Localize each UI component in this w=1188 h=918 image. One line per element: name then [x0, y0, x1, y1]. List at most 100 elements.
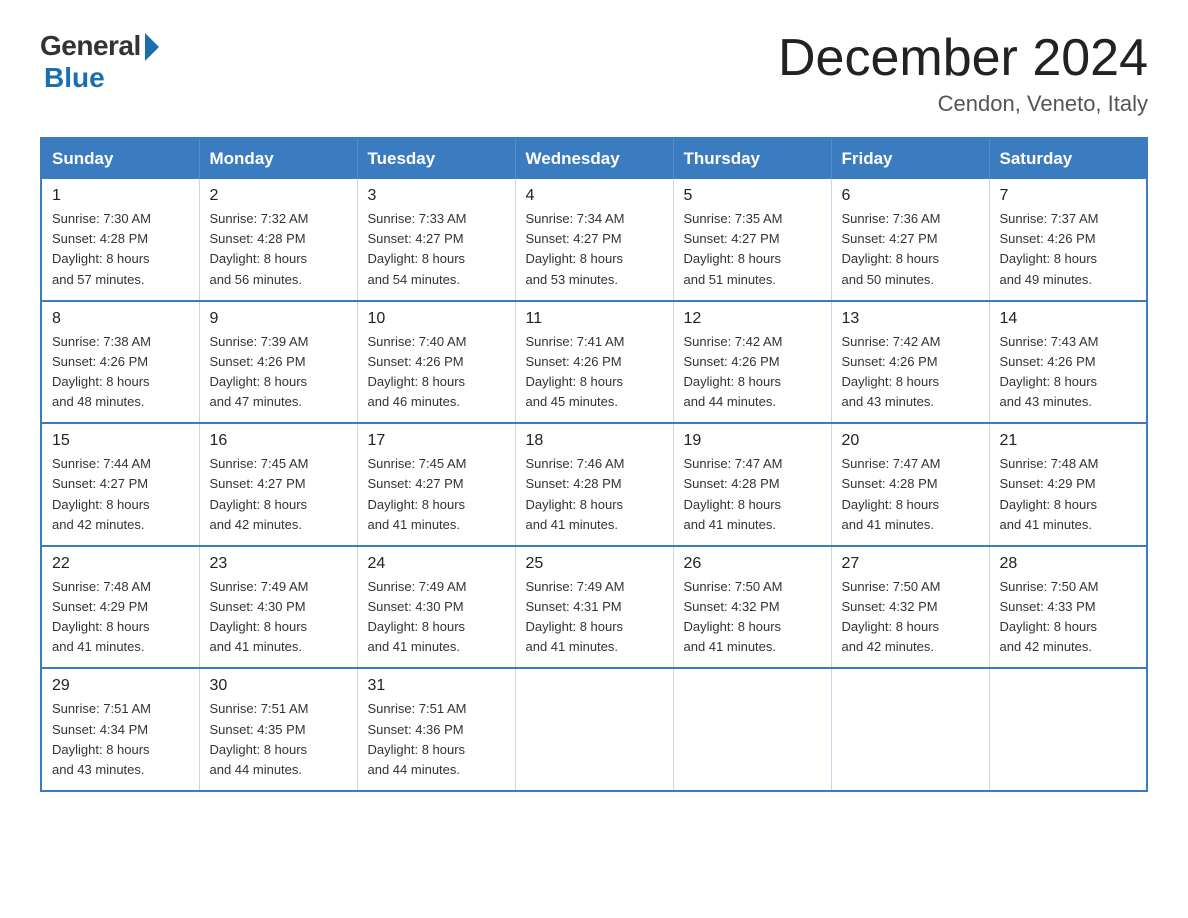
day-info: Sunrise: 7:34 AMSunset: 4:27 PMDaylight:… [526, 209, 663, 290]
day-number: 9 [210, 310, 347, 328]
day-number: 6 [842, 187, 979, 205]
day-number: 23 [210, 555, 347, 573]
calendar-table: SundayMondayTuesdayWednesdayThursdayFrid… [40, 137, 1148, 792]
day-number: 24 [368, 555, 505, 573]
day-number: 31 [368, 677, 505, 695]
day-info: Sunrise: 7:48 AMSunset: 4:29 PMDaylight:… [1000, 454, 1137, 535]
day-info: Sunrise: 7:47 AMSunset: 4:28 PMDaylight:… [842, 454, 979, 535]
header: General Blue December 2024 Cendon, Venet… [40, 30, 1148, 117]
day-info: Sunrise: 7:50 AMSunset: 4:33 PMDaylight:… [1000, 577, 1137, 658]
calendar-cell [515, 668, 673, 791]
calendar-cell: 30 Sunrise: 7:51 AMSunset: 4:35 PMDaylig… [199, 668, 357, 791]
day-info: Sunrise: 7:41 AMSunset: 4:26 PMDaylight:… [526, 332, 663, 413]
day-info: Sunrise: 7:37 AMSunset: 4:26 PMDaylight:… [1000, 209, 1137, 290]
calendar-cell: 2 Sunrise: 7:32 AMSunset: 4:28 PMDayligh… [199, 179, 357, 301]
calendar-cell [989, 668, 1147, 791]
day-info: Sunrise: 7:47 AMSunset: 4:28 PMDaylight:… [684, 454, 821, 535]
day-info: Sunrise: 7:30 AMSunset: 4:28 PMDaylight:… [52, 209, 189, 290]
day-number: 1 [52, 187, 189, 205]
day-number: 19 [684, 432, 821, 450]
day-number: 29 [52, 677, 189, 695]
calendar-cell: 19 Sunrise: 7:47 AMSunset: 4:28 PMDaylig… [673, 423, 831, 546]
calendar-header-row: SundayMondayTuesdayWednesdayThursdayFrid… [41, 138, 1147, 179]
day-number: 12 [684, 310, 821, 328]
day-info: Sunrise: 7:39 AMSunset: 4:26 PMDaylight:… [210, 332, 347, 413]
calendar-cell: 3 Sunrise: 7:33 AMSunset: 4:27 PMDayligh… [357, 179, 515, 301]
day-info: Sunrise: 7:49 AMSunset: 4:30 PMDaylight:… [368, 577, 505, 658]
day-number: 14 [1000, 310, 1137, 328]
header-wednesday: Wednesday [515, 138, 673, 179]
day-info: Sunrise: 7:51 AMSunset: 4:36 PMDaylight:… [368, 699, 505, 780]
header-sunday: Sunday [41, 138, 199, 179]
day-number: 8 [52, 310, 189, 328]
title-area: December 2024 Cendon, Veneto, Italy [778, 30, 1148, 117]
day-info: Sunrise: 7:38 AMSunset: 4:26 PMDaylight:… [52, 332, 189, 413]
logo: General Blue [40, 30, 159, 94]
day-info: Sunrise: 7:32 AMSunset: 4:28 PMDaylight:… [210, 209, 347, 290]
header-monday: Monday [199, 138, 357, 179]
day-number: 10 [368, 310, 505, 328]
page-subtitle: Cendon, Veneto, Italy [778, 91, 1148, 117]
day-number: 5 [684, 187, 821, 205]
day-info: Sunrise: 7:49 AMSunset: 4:31 PMDaylight:… [526, 577, 663, 658]
day-number: 13 [842, 310, 979, 328]
day-info: Sunrise: 7:49 AMSunset: 4:30 PMDaylight:… [210, 577, 347, 658]
calendar-cell: 24 Sunrise: 7:49 AMSunset: 4:30 PMDaylig… [357, 546, 515, 669]
calendar-cell: 1 Sunrise: 7:30 AMSunset: 4:28 PMDayligh… [41, 179, 199, 301]
day-number: 22 [52, 555, 189, 573]
day-number: 11 [526, 310, 663, 328]
day-number: 21 [1000, 432, 1137, 450]
calendar-cell: 22 Sunrise: 7:48 AMSunset: 4:29 PMDaylig… [41, 546, 199, 669]
day-number: 16 [210, 432, 347, 450]
day-info: Sunrise: 7:36 AMSunset: 4:27 PMDaylight:… [842, 209, 979, 290]
day-info: Sunrise: 7:33 AMSunset: 4:27 PMDaylight:… [368, 209, 505, 290]
calendar-cell: 25 Sunrise: 7:49 AMSunset: 4:31 PMDaylig… [515, 546, 673, 669]
calendar-cell: 17 Sunrise: 7:45 AMSunset: 4:27 PMDaylig… [357, 423, 515, 546]
calendar-cell: 18 Sunrise: 7:46 AMSunset: 4:28 PMDaylig… [515, 423, 673, 546]
day-info: Sunrise: 7:43 AMSunset: 4:26 PMDaylight:… [1000, 332, 1137, 413]
day-info: Sunrise: 7:46 AMSunset: 4:28 PMDaylight:… [526, 454, 663, 535]
calendar-cell: 15 Sunrise: 7:44 AMSunset: 4:27 PMDaylig… [41, 423, 199, 546]
header-friday: Friday [831, 138, 989, 179]
day-number: 4 [526, 187, 663, 205]
day-number: 28 [1000, 555, 1137, 573]
day-info: Sunrise: 7:50 AMSunset: 4:32 PMDaylight:… [684, 577, 821, 658]
day-number: 18 [526, 432, 663, 450]
day-number: 2 [210, 187, 347, 205]
calendar-cell: 5 Sunrise: 7:35 AMSunset: 4:27 PMDayligh… [673, 179, 831, 301]
calendar-cell: 8 Sunrise: 7:38 AMSunset: 4:26 PMDayligh… [41, 301, 199, 424]
calendar-week-row: 1 Sunrise: 7:30 AMSunset: 4:28 PMDayligh… [41, 179, 1147, 301]
calendar-cell: 11 Sunrise: 7:41 AMSunset: 4:26 PMDaylig… [515, 301, 673, 424]
calendar-week-row: 29 Sunrise: 7:51 AMSunset: 4:34 PMDaylig… [41, 668, 1147, 791]
day-info: Sunrise: 7:51 AMSunset: 4:34 PMDaylight:… [52, 699, 189, 780]
calendar-cell: 9 Sunrise: 7:39 AMSunset: 4:26 PMDayligh… [199, 301, 357, 424]
logo-blue-text: Blue [44, 62, 159, 94]
page-title: December 2024 [778, 30, 1148, 87]
calendar-cell: 20 Sunrise: 7:47 AMSunset: 4:28 PMDaylig… [831, 423, 989, 546]
day-info: Sunrise: 7:45 AMSunset: 4:27 PMDaylight:… [368, 454, 505, 535]
day-number: 15 [52, 432, 189, 450]
calendar-cell: 16 Sunrise: 7:45 AMSunset: 4:27 PMDaylig… [199, 423, 357, 546]
calendar-cell: 13 Sunrise: 7:42 AMSunset: 4:26 PMDaylig… [831, 301, 989, 424]
day-info: Sunrise: 7:51 AMSunset: 4:35 PMDaylight:… [210, 699, 347, 780]
calendar-cell: 29 Sunrise: 7:51 AMSunset: 4:34 PMDaylig… [41, 668, 199, 791]
calendar-week-row: 15 Sunrise: 7:44 AMSunset: 4:27 PMDaylig… [41, 423, 1147, 546]
calendar-cell: 26 Sunrise: 7:50 AMSunset: 4:32 PMDaylig… [673, 546, 831, 669]
day-info: Sunrise: 7:40 AMSunset: 4:26 PMDaylight:… [368, 332, 505, 413]
calendar-cell: 12 Sunrise: 7:42 AMSunset: 4:26 PMDaylig… [673, 301, 831, 424]
calendar-cell: 28 Sunrise: 7:50 AMSunset: 4:33 PMDaylig… [989, 546, 1147, 669]
day-info: Sunrise: 7:45 AMSunset: 4:27 PMDaylight:… [210, 454, 347, 535]
calendar-cell [673, 668, 831, 791]
day-info: Sunrise: 7:35 AMSunset: 4:27 PMDaylight:… [684, 209, 821, 290]
day-info: Sunrise: 7:42 AMSunset: 4:26 PMDaylight:… [842, 332, 979, 413]
calendar-cell: 4 Sunrise: 7:34 AMSunset: 4:27 PMDayligh… [515, 179, 673, 301]
day-number: 26 [684, 555, 821, 573]
day-info: Sunrise: 7:50 AMSunset: 4:32 PMDaylight:… [842, 577, 979, 658]
logo-general-text: General [40, 30, 141, 62]
day-number: 30 [210, 677, 347, 695]
day-number: 7 [1000, 187, 1137, 205]
header-thursday: Thursday [673, 138, 831, 179]
day-number: 20 [842, 432, 979, 450]
day-number: 3 [368, 187, 505, 205]
calendar-cell: 27 Sunrise: 7:50 AMSunset: 4:32 PMDaylig… [831, 546, 989, 669]
